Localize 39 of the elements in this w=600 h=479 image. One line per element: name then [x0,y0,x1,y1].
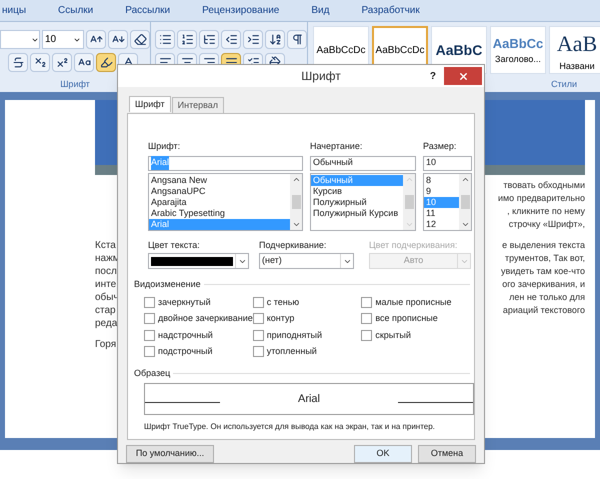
text-line: реда [95,317,118,330]
text-line: твовать обходными [503,179,585,192]
checkbox-label: скрытый [375,328,411,342]
group-label: Шрифт [59,78,91,91]
text-line: посл [95,265,118,278]
checkbox-label: приподнятый [266,328,322,342]
text-line: имо предварительно [498,192,585,205]
group-label: Стили [550,78,578,90]
field-label: Подчеркивание: [259,238,328,252]
checkbox-label: малые прописные [375,296,452,309]
text-line: ого зачеркивания, и [502,278,585,291]
checkbox-label: зачеркнутый [158,296,211,309]
text-line: Горя [95,338,118,351]
field-label: Шрифт: [148,140,182,153]
font-description: Шрифт TrueType. Он используется для вывода как на экран, так и на принтер. [144,421,436,433]
checkbox-label: контур [266,312,294,325]
field-label: Цвет подчеркивания: [369,238,458,252]
text-line: инте [95,278,118,291]
field-label: Размер: [423,140,458,153]
text-line: строчку «Шрифт», [508,218,585,231]
field-label: Начертание: [310,140,364,153]
section-label: Образец [134,366,170,380]
section-label: Видоизменение [134,278,201,291]
checkbox-label: надстрочный [158,328,213,342]
checkbox-label: двойное зачеркивание [158,312,253,325]
checkbox-label: все прописные [375,312,438,325]
checkbox-label: утопленный [266,345,317,358]
text-line: увидеть там кое-что [500,265,585,278]
text-line: Кста [95,239,117,252]
text-line: , кликните по нему [507,205,585,218]
preview-text: Arial [296,392,321,407]
text-line: трументов, Так вот, [504,252,585,265]
checkbox-label: подстрочный [158,345,213,358]
text-line: лен не только для [509,291,585,304]
text-line: ариаций текстового [502,304,585,317]
text-line: стар [95,304,117,317]
field-label: Цвет текста: [148,238,201,252]
text-line: е выделения текста [502,239,585,252]
checkbox-label: с тенью [266,296,300,308]
